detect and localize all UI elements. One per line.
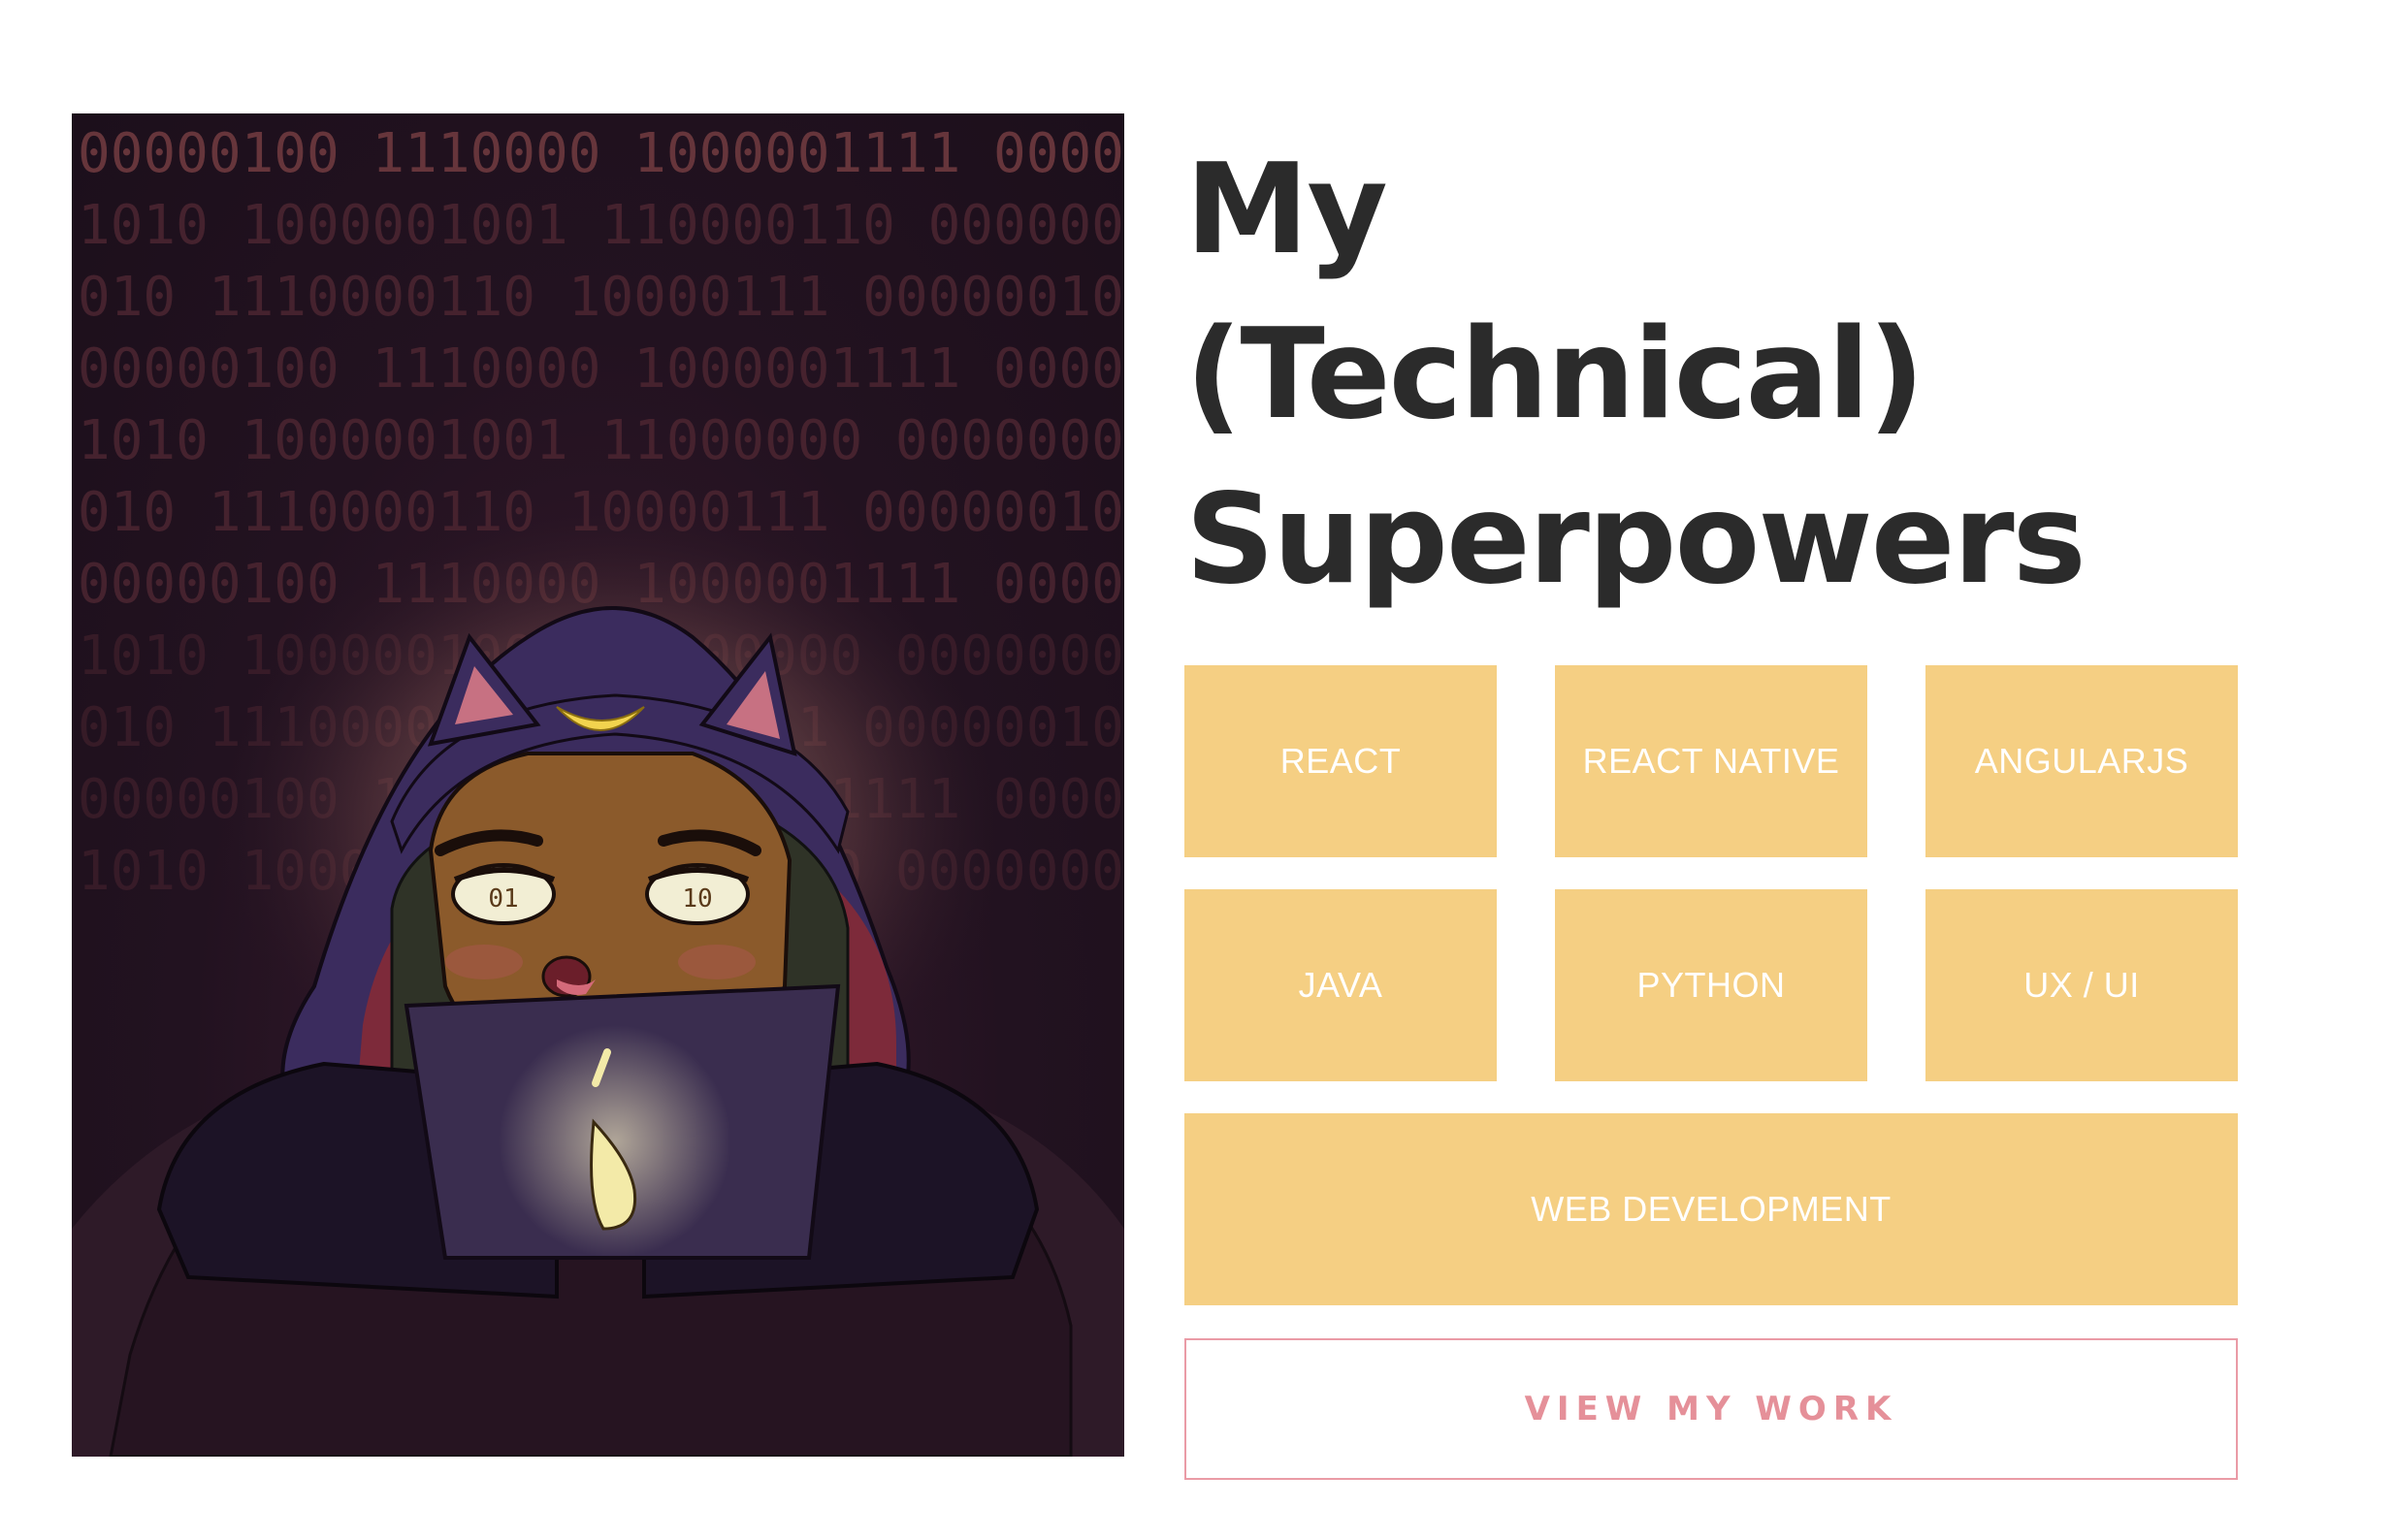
skill-tile-angularjs[interactable]: ANGULARJS: [1925, 665, 2238, 857]
binary-row: 010 1110000110 10000111 00000010 0000 10…: [78, 266, 1124, 329]
skill-tile-react[interactable]: REACT: [1184, 665, 1497, 857]
superpowers-section: 00000100 1110000 1000001111 000001010 00…: [0, 0, 2394, 1540]
hooded-coder-illustration: 00000100 1110000 1000001111 000001010 00…: [72, 113, 1124, 1457]
skill-tile-ux-ui[interactable]: UX / UI: [1925, 889, 2238, 1081]
illustration-svg: 00000100 1110000 1000001111 000001010 00…: [72, 122, 1124, 1457]
skill-tile-python[interactable]: PYTHON: [1555, 889, 1867, 1081]
binary-row: 00000100 1110000 1000001111 000001010 00…: [78, 122, 1124, 185]
skill-tile-react-native[interactable]: REACT NATIVE: [1555, 665, 1867, 857]
binary-row: 00000100 1110000 1000001111 00000100 000…: [78, 337, 1124, 401]
section-title: My (Technical) Superpowers: [1185, 138, 2087, 612]
view-my-work-button[interactable]: VIEW MY WORK: [1184, 1338, 2238, 1480]
binary-row: 1010 1000001001 110000110 00000000 11101…: [78, 194, 1124, 257]
eye-left-binary: 01: [488, 884, 518, 914]
skill-tile-web-development[interactable]: WEB DEVELOPMENT: [1184, 1113, 2238, 1305]
skill-tile-java[interactable]: JAVA: [1184, 889, 1497, 1081]
binary-row: 1010 1000001001 11000000 00000000 111010…: [78, 409, 1124, 472]
eye-right-binary: 10: [682, 884, 712, 914]
